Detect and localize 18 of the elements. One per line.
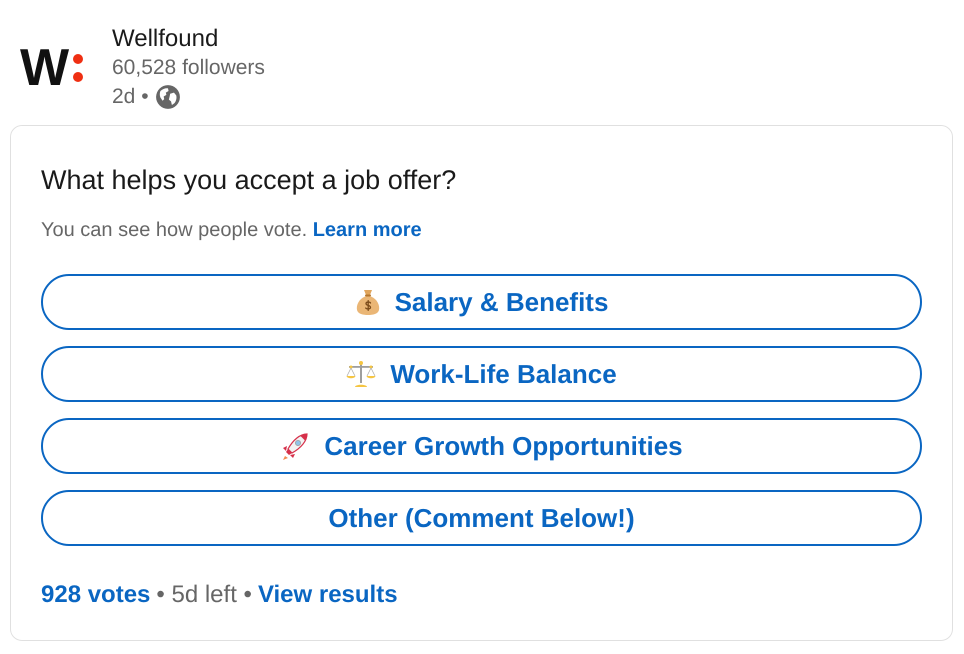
globe-icon [154,84,181,110]
post-age: 2d • [112,84,149,110]
time-left: • 5d left • [156,580,252,610]
money-bag-icon [354,288,381,316]
follower-count: 60,528 followers [112,54,265,80]
view-results-link[interactable]: View results [258,580,398,610]
balance-scale-icon [346,360,376,388]
rocket-icon [280,431,310,461]
poll-option-button[interactable]: Work-Life Balance [41,346,922,402]
company-logo: W [20,38,90,98]
poll-option-button[interactable]: Other (Comment Below!) [41,490,922,546]
poll-question: What helps you accept a job offer? [41,164,458,197]
company-name[interactable]: Wellfound [112,24,265,54]
poll-option-button[interactable]: Salary & Benefits [41,274,922,330]
vote-notice: You can see how people vote. Learn more [41,218,423,243]
vote-count-link[interactable]: 928 votes [41,580,150,610]
poll-option-button[interactable]: Career Growth Opportunities [41,418,922,474]
learn-more-link[interactable]: Learn more [312,219,422,241]
